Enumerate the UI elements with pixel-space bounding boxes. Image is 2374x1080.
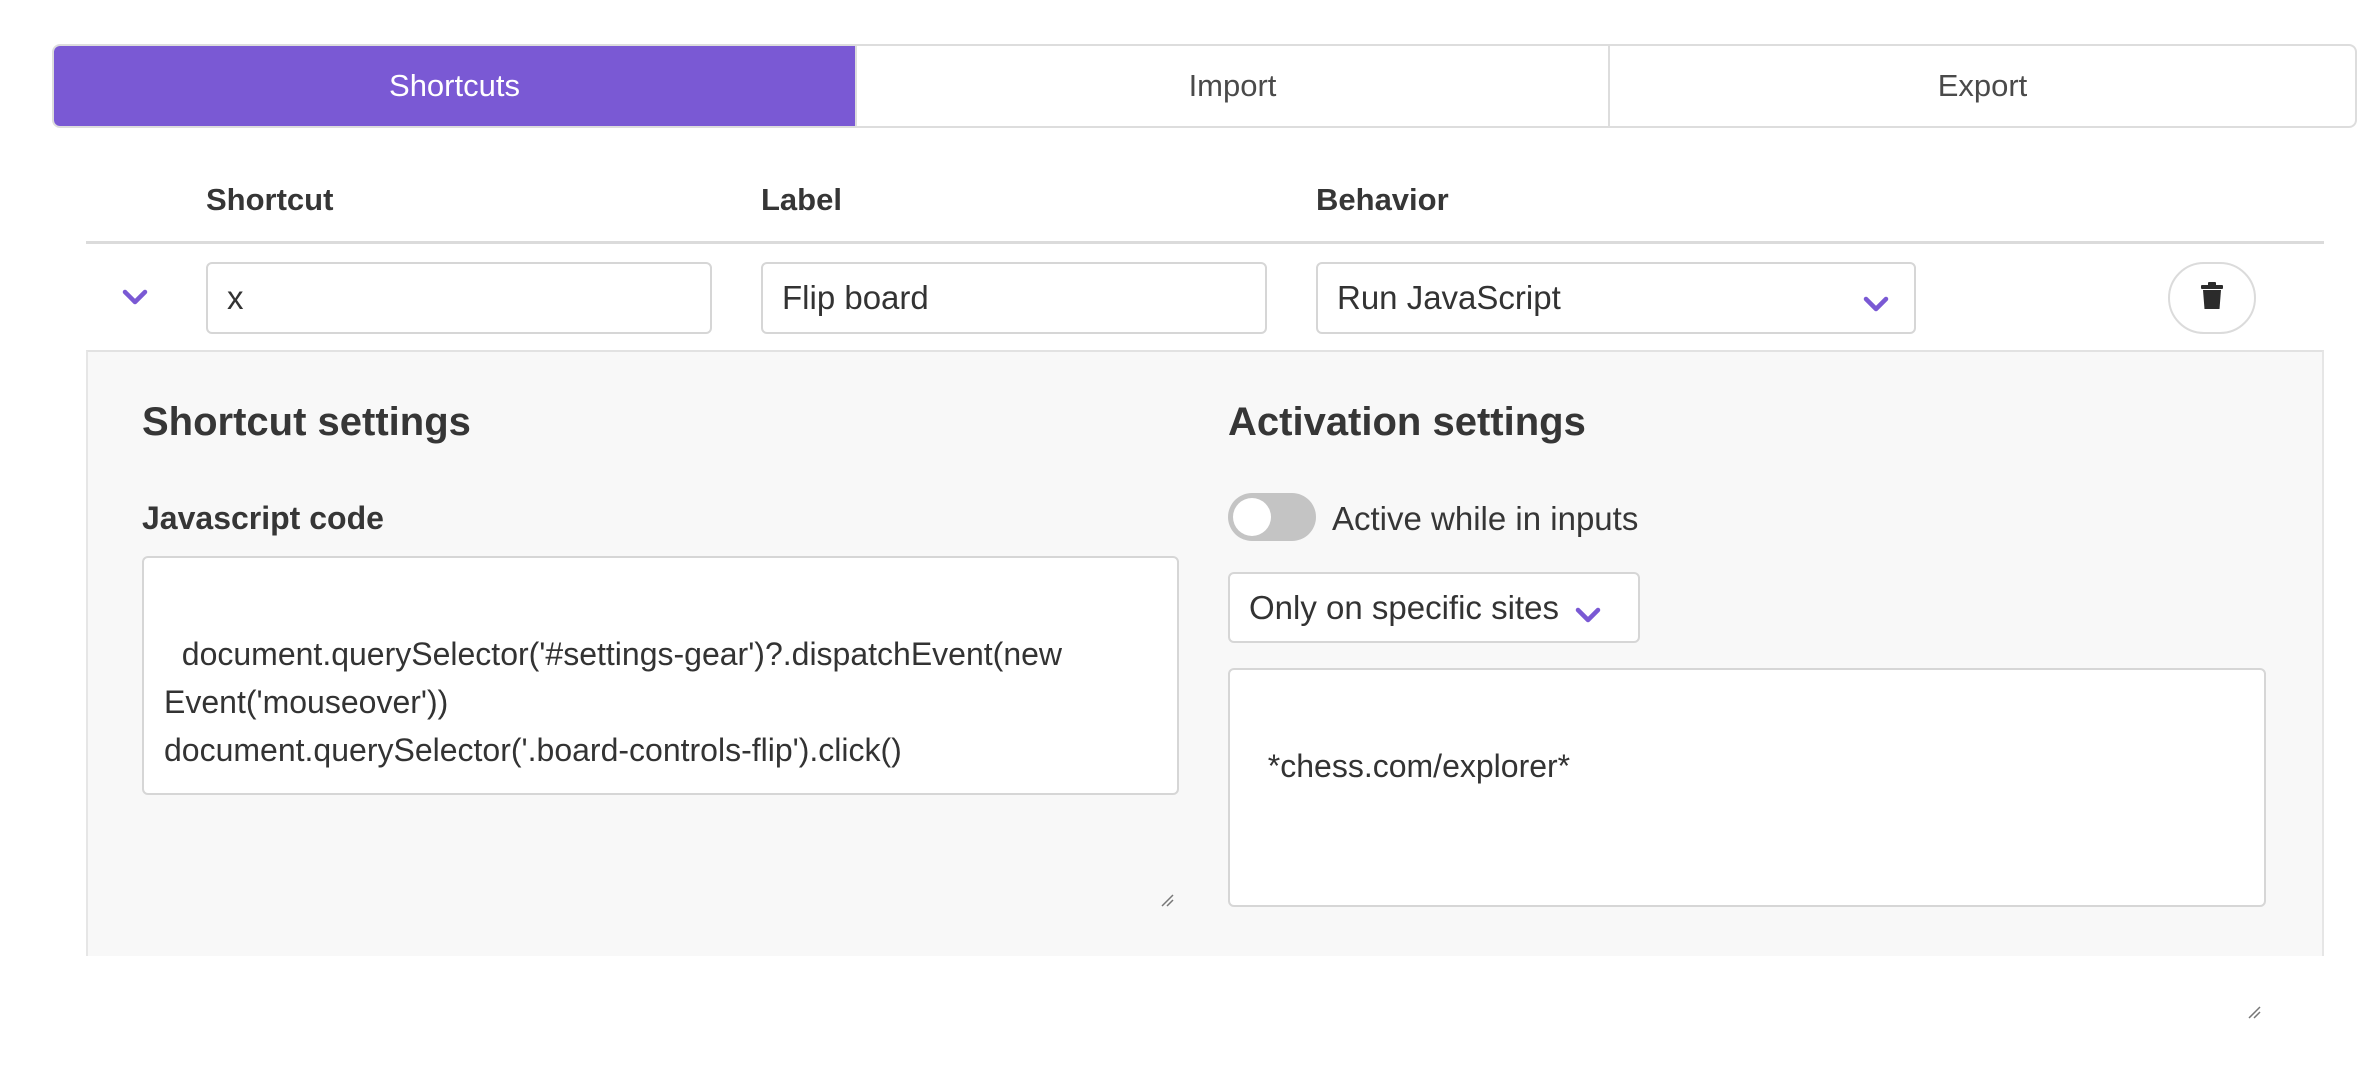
resize-handle-icon[interactable]: [2247, 888, 2261, 1019]
column-header-behavior: Behavior: [1316, 182, 1449, 217]
shortcut-input[interactable]: x: [206, 262, 712, 334]
resize-handle-icon[interactable]: [1160, 776, 1174, 907]
collapse-chevron-icon[interactable]: [115, 278, 155, 318]
column-header-label: Label: [761, 182, 842, 217]
activation-settings-title: Activation settings: [1228, 400, 1586, 444]
toggle-knob: [1233, 498, 1271, 536]
behavior-select-value: Run JavaScript: [1337, 279, 1561, 316]
tab-shortcuts[interactable]: Shortcuts: [54, 46, 855, 126]
trash-icon: [2200, 281, 2224, 315]
chevron-down-icon: [1860, 286, 1892, 312]
site-mode-select[interactable]: Only on specific sites: [1228, 572, 1640, 643]
javascript-code-label: Javascript code: [142, 500, 384, 536]
active-in-inputs-toggle[interactable]: [1228, 493, 1316, 541]
shortcut-settings-title: Shortcut settings: [142, 400, 471, 444]
sites-textarea[interactable]: *chess.com/explorer*: [1228, 668, 2266, 1019]
header-divider: [86, 241, 2324, 244]
chevron-down-icon: [1572, 597, 1604, 623]
javascript-code-textarea[interactable]: document.querySelector('#settings-gear')…: [142, 556, 1179, 907]
active-in-inputs-label: Active while in inputs: [1332, 500, 1639, 537]
delete-button[interactable]: [2168, 262, 2256, 334]
label-input-value: Flip board: [782, 279, 929, 316]
label-input[interactable]: Flip board: [761, 262, 1267, 334]
behavior-select[interactable]: Run JavaScript: [1316, 262, 1916, 334]
javascript-code-text: document.querySelector('#settings-gear')…: [164, 636, 1063, 768]
shortcut-input-value: x: [227, 279, 244, 316]
tab-bar: Shortcuts Import Export: [52, 44, 2357, 128]
site-mode-value: Only on specific sites: [1249, 588, 1559, 626]
sites-text: *chess.com/explorer*: [1267, 748, 1571, 784]
tab-import[interactable]: Import: [855, 46, 1608, 126]
column-header-shortcut: Shortcut: [206, 182, 334, 217]
tab-export[interactable]: Export: [1608, 46, 2355, 126]
